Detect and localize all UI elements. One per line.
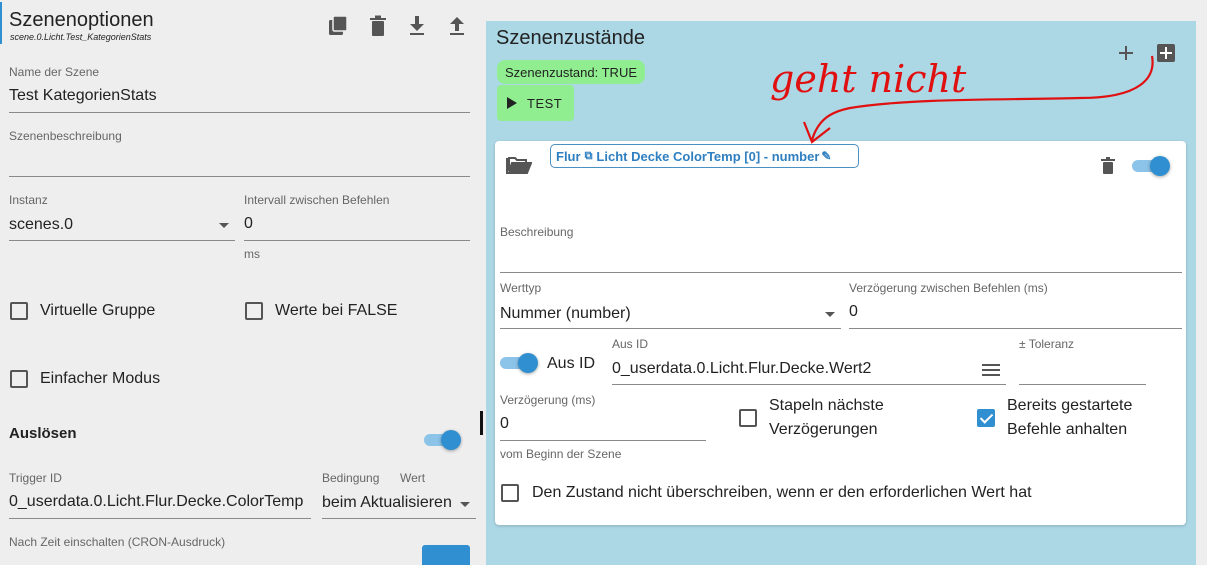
state-card: Flur ⧉ Licht Decke ColorTemp [0] - numbe… [495, 141, 1186, 525]
chip-text-room: Flur [556, 148, 581, 164]
instance-value: scenes.0 [9, 216, 74, 233]
stack-delays-checkbox[interactable] [739, 409, 757, 427]
no-overwrite-label: Den Zustand nicht überschreiben, wenn er… [532, 484, 1032, 501]
description-input[interactable] [500, 245, 1182, 273]
delay-helper: vom Beginn der Szene [500, 447, 622, 461]
stop-started-label-line2: Befehle anhalten [1007, 421, 1128, 438]
left-accent-bar [0, 2, 2, 44]
condition-select[interactable]: beim Aktualisieren [322, 491, 476, 519]
handwritten-note-text: geht nicht [770, 57, 967, 101]
value-type-select[interactable]: Nummer (number) [500, 301, 841, 329]
virtual-group-label: Virtuelle Gruppe [40, 302, 156, 319]
menu-icon[interactable] [982, 363, 1000, 377]
value-type-value: Nummer (number) [500, 305, 631, 322]
scene-id: scene.0.Licht.Test_KategorienStats [10, 32, 152, 42]
no-overwrite-checkbox[interactable] [501, 484, 519, 502]
aus-id-toggle-label: Aus ID [547, 355, 596, 372]
upload-icon[interactable] [445, 12, 469, 40]
enabled-toggle-knob [1150, 156, 1170, 176]
aus-id-label: Aus ID [612, 337, 649, 351]
condition-value: beim Aktualisieren [322, 494, 452, 511]
condition-label: Bedingung [322, 471, 380, 485]
scene-description-input[interactable] [9, 150, 470, 177]
download-icon[interactable] [405, 12, 429, 40]
stack-delays-label-line2: Verzögerungen [769, 421, 878, 438]
chevron-down-icon [219, 223, 229, 228]
scene-states-title: Szenenzustände [496, 27, 646, 49]
cron-label: Nach Zeit einschalten (CRON-Ausdruck) [9, 535, 226, 549]
handwritten-annotation: geht nicht [770, 55, 1154, 144]
scene-description-label: Szenenbeschreibung [9, 129, 122, 143]
left-panel: Szenenoptionen scene.0.Licht.Test_Katego… [0, 0, 480, 565]
trigger-id-label: Trigger ID [9, 471, 62, 485]
folder-open-icon [505, 153, 533, 177]
scene-name-input[interactable]: Test KategorienStats [9, 87, 470, 113]
chip-text-object: Licht Decke ColorTemp [0] - number [596, 148, 820, 164]
instance-label: Instanz [9, 193, 48, 207]
window-icon: ⧉ [584, 149, 593, 162]
enabled-toggle[interactable] [1132, 154, 1172, 178]
object-id-chip[interactable]: Flur ⧉ Licht Decke ColorTemp [0] - numbe… [550, 144, 859, 168]
instance-select[interactable]: scenes.0 [9, 213, 235, 241]
value-type-label: Werttyp [500, 281, 542, 295]
delay-input[interactable]: 0 [500, 415, 706, 441]
copy-icon[interactable] [324, 12, 352, 40]
trigger-heading: Auslösen [9, 425, 77, 442]
delay-between-label: Verzögerung zwischen Befehlen (ms) [849, 281, 1048, 295]
values-false-checkbox[interactable] [245, 302, 263, 320]
values-false-label: Werte bei FALSE [275, 302, 398, 319]
edit-icon: ✎ [821, 149, 832, 163]
aus-id-toggle-knob [518, 353, 538, 373]
trigger-toggle[interactable] [424, 428, 462, 452]
delay-label: Verzögerung (ms) [500, 393, 596, 407]
cron-button[interactable] [422, 545, 470, 565]
play-icon [507, 97, 517, 109]
delay-between-input[interactable]: 0 [849, 303, 1182, 329]
aus-id-value: 0_userdata.0.Licht.Flur.Decke.Wert2 [612, 360, 872, 377]
simple-mode-label: Einfacher Modus [40, 370, 161, 387]
test-button[interactable]: TEST [497, 85, 574, 121]
interval-unit: ms [244, 247, 260, 261]
trigger-toggle-knob [441, 430, 461, 450]
scene-options-title: Szenenoptionen [9, 9, 154, 31]
stop-started-checkbox[interactable] [977, 409, 995, 427]
simple-mode-checkbox[interactable] [10, 370, 28, 388]
delete-icon[interactable] [366, 12, 390, 40]
delete-icon[interactable] [1098, 155, 1118, 175]
scene-name-label: Name der Szene [9, 65, 100, 79]
description-label: Beschreibung [500, 225, 574, 239]
virtual-group-checkbox[interactable] [10, 302, 28, 320]
stack-delays-label-line1: Stapeln nächste [769, 397, 884, 414]
interval-label: Intervall zwischen Befehlen [244, 193, 390, 207]
tolerance-input[interactable] [1019, 357, 1146, 385]
value-label: Wert [400, 471, 426, 485]
splitter-handle[interactable] [480, 411, 483, 435]
aus-id-input[interactable]: 0_userdata.0.Licht.Flur.Decke.Wert2 [612, 357, 1006, 385]
chevron-down-icon [825, 312, 835, 317]
scene-state-badge-text: Szenenzustand: TRUE [505, 64, 637, 80]
scene-state-badge: Szenenzustand: TRUE [497, 60, 645, 84]
trigger-id-input[interactable]: 0_userdata.0.Licht.Flur.Decke.ColorTemp [9, 493, 311, 519]
chevron-down-icon [460, 502, 470, 507]
stop-started-label-line1: Bereits gestartete [1007, 397, 1133, 414]
tolerance-label: ± Toleranz [1019, 337, 1075, 351]
interval-input[interactable]: 0 [244, 215, 470, 241]
test-button-label: TEST [527, 95, 563, 111]
aus-id-toggle[interactable] [500, 351, 540, 375]
